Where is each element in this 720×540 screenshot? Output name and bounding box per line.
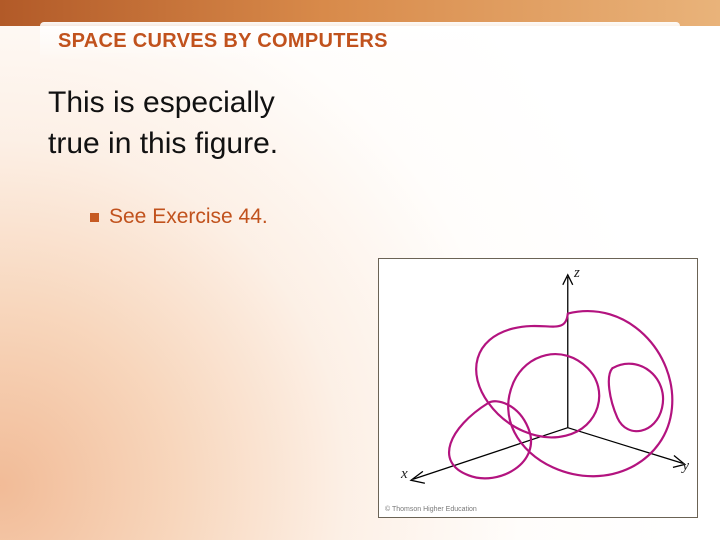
body-text: This is especially true in this figure. <box>48 82 648 165</box>
bullet-marker-icon <box>90 213 99 222</box>
body-line-2: true in this figure. <box>48 127 278 160</box>
body-line-1: This is especially <box>48 86 275 119</box>
bullet-item: See Exercise 44. <box>90 205 268 229</box>
slide-title: SPACE CURVES BY COMPUTERS <box>58 30 388 53</box>
figure-panel: z x y © Thomson Higher Education <box>378 258 698 518</box>
figure-caption: © Thomson Higher Education <box>385 506 477 513</box>
axis-label-z: z <box>574 265 580 282</box>
axis-label-y: y <box>682 458 689 475</box>
slide: SPACE CURVES BY COMPUTERS This is especi… <box>0 0 720 540</box>
space-curve-plot <box>379 259 697 517</box>
bullet-text: See Exercise 44. <box>109 205 268 228</box>
axis-label-x: x <box>401 466 408 483</box>
